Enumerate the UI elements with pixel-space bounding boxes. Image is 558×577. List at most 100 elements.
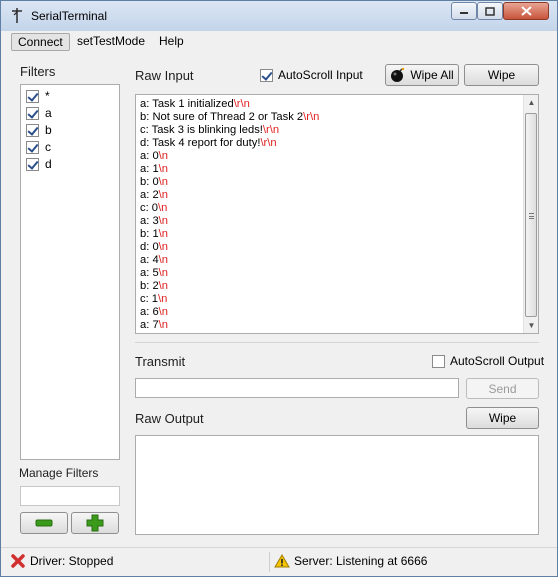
status-separator bbox=[269, 552, 270, 572]
filter-label: c bbox=[45, 140, 51, 154]
menu-bar: Connect setTestMode Help bbox=[1, 31, 557, 53]
filters-list[interactable]: * a b c d bbox=[20, 84, 120, 460]
filter-label: a bbox=[45, 106, 52, 120]
filter-label: d bbox=[45, 157, 52, 171]
log-line-escape: \n bbox=[158, 176, 169, 188]
raw-input-area[interactable]: a: Task 1 initialized\r\n b: Not sure of … bbox=[135, 94, 539, 334]
filter-checkbox[interactable] bbox=[26, 140, 39, 154]
log-line: c: 1\n bbox=[140, 293, 319, 306]
window-title: SerialTerminal bbox=[31, 9, 108, 23]
send-label: Send bbox=[488, 381, 517, 396]
error-x-icon bbox=[11, 554, 25, 568]
menu-help[interactable]: Help bbox=[153, 33, 190, 51]
minimize-button[interactable] bbox=[451, 2, 477, 20]
filter-item[interactable]: d bbox=[26, 156, 52, 172]
log-line-text: a: 0 bbox=[140, 150, 159, 162]
log-line: a: 4\n bbox=[140, 254, 319, 267]
scroll-down-icon[interactable]: ▼ bbox=[524, 318, 539, 333]
maximize-button[interactable] bbox=[477, 2, 503, 20]
filter-item[interactable]: b bbox=[26, 122, 52, 138]
log-line-escape: \n bbox=[158, 319, 169, 331]
log-line-text: c: 0 bbox=[140, 202, 159, 214]
wipe-all-button[interactable]: Wipe All bbox=[385, 64, 459, 86]
log-line: a: 6\n bbox=[140, 306, 319, 319]
driver-status: Driver: Stopped bbox=[11, 554, 113, 568]
filter-checkbox[interactable] bbox=[26, 106, 39, 120]
log-line-escape: \n bbox=[158, 280, 169, 292]
title-bar[interactable]: SerialTerminal bbox=[1, 1, 557, 31]
log-line: a: 7\n bbox=[140, 319, 319, 332]
log-line-text: b: 0 bbox=[140, 176, 159, 188]
driver-status-text: Driver: Stopped bbox=[30, 554, 114, 568]
log-line: b: 0\n bbox=[140, 176, 319, 189]
scroll-up-icon[interactable]: ▲ bbox=[524, 95, 539, 110]
raw-output-area[interactable] bbox=[135, 435, 539, 535]
wipe-all-label: Wipe All bbox=[410, 68, 454, 82]
wipe-input-button[interactable]: Wipe bbox=[464, 64, 539, 86]
autoscroll-input-toggle[interactable]: AutoScroll Input bbox=[260, 68, 363, 82]
add-filter-button[interactable] bbox=[71, 512, 119, 534]
manage-filters-input[interactable] bbox=[20, 486, 120, 506]
filters-heading: Filters bbox=[20, 64, 56, 79]
log-line-escape: \n bbox=[158, 189, 169, 201]
filter-checkbox[interactable] bbox=[26, 89, 39, 103]
autoscroll-output-toggle[interactable]: AutoScroll Output bbox=[432, 354, 544, 368]
autoscroll-output-label: AutoScroll Output bbox=[450, 354, 545, 368]
log-line-text: a: 6 bbox=[140, 306, 159, 318]
filter-item[interactable]: c bbox=[26, 139, 51, 155]
log-line-escape: \n bbox=[158, 202, 168, 214]
grip-icon bbox=[529, 213, 534, 219]
autoscroll-input-checkbox[interactable] bbox=[260, 68, 273, 82]
scroll-thumb[interactable] bbox=[525, 113, 537, 317]
filter-checkbox[interactable] bbox=[26, 123, 39, 137]
transmit-input[interactable] bbox=[135, 378, 459, 398]
log-line: a: 3\n bbox=[140, 215, 319, 228]
log-line-text: d: 0 bbox=[140, 241, 159, 253]
raw-output-heading: Raw Output bbox=[135, 411, 204, 426]
server-status-text: Server: Listening at 6666 bbox=[294, 554, 428, 568]
log-line-text: b: Not sure of Thread 2 or Task 2 bbox=[140, 111, 304, 123]
close-icon bbox=[520, 6, 532, 16]
log-line: a: 5\n bbox=[140, 267, 319, 280]
menu-settestmode[interactable]: setTestMode bbox=[71, 33, 151, 51]
warning-icon bbox=[274, 554, 290, 568]
raw-input-lines: a: Task 1 initialized\r\n b: Not sure of … bbox=[140, 98, 319, 332]
log-line: a: 0\n bbox=[140, 150, 319, 163]
remove-filter-button[interactable] bbox=[20, 512, 68, 534]
minimize-icon bbox=[460, 12, 468, 14]
filter-checkbox[interactable] bbox=[26, 157, 39, 171]
raw-input-scrollbar[interactable]: ▲ ▼ bbox=[523, 95, 538, 333]
log-line: c: Task 3 is blinking leds!\r\n bbox=[140, 124, 319, 137]
log-line: a: Task 1 initialized\r\n bbox=[140, 98, 319, 111]
transmit-heading: Transmit bbox=[135, 354, 186, 369]
wipe-output-label: Wipe bbox=[488, 411, 517, 425]
manage-filters-label: Manage Filters bbox=[19, 466, 99, 480]
menu-connect[interactable]: Connect bbox=[11, 33, 70, 51]
filter-label: * bbox=[45, 89, 50, 103]
log-line: d: 0\n bbox=[140, 241, 319, 254]
log-line-escape: \n bbox=[158, 241, 169, 253]
log-line: b: Not sure of Thread 2 or Task 2\r\n bbox=[140, 111, 319, 124]
log-line-text: a: 2 bbox=[140, 189, 159, 201]
log-line: a: 2\n bbox=[140, 189, 319, 202]
log-line-escape: \n bbox=[158, 163, 169, 175]
autoscroll-output-checkbox[interactable] bbox=[432, 354, 445, 368]
close-button[interactable] bbox=[503, 2, 549, 20]
log-line: c: 0\n bbox=[140, 202, 319, 215]
log-line-text: a: 5 bbox=[140, 267, 159, 279]
filter-item[interactable]: * bbox=[26, 88, 50, 104]
log-line-escape: \n bbox=[158, 215, 169, 227]
filter-item[interactable]: a bbox=[26, 105, 52, 121]
bomb-icon bbox=[391, 67, 405, 82]
app-window: SerialTerminal Connect setTestMode Help … bbox=[0, 0, 558, 577]
filter-label: b bbox=[45, 123, 52, 137]
log-line-text: c: Task 3 is blinking leds! bbox=[140, 124, 263, 136]
log-line-escape: \n bbox=[158, 306, 169, 318]
log-line-text: b: 2 bbox=[140, 280, 159, 292]
log-line-text: a: 4 bbox=[140, 254, 159, 266]
log-line-text: c: 1 bbox=[140, 293, 159, 305]
wipe-output-button[interactable]: Wipe bbox=[466, 407, 539, 429]
panel-splitter[interactable] bbox=[135, 342, 539, 343]
send-button[interactable]: Send bbox=[466, 378, 539, 399]
log-line: a: 1\n bbox=[140, 163, 319, 176]
